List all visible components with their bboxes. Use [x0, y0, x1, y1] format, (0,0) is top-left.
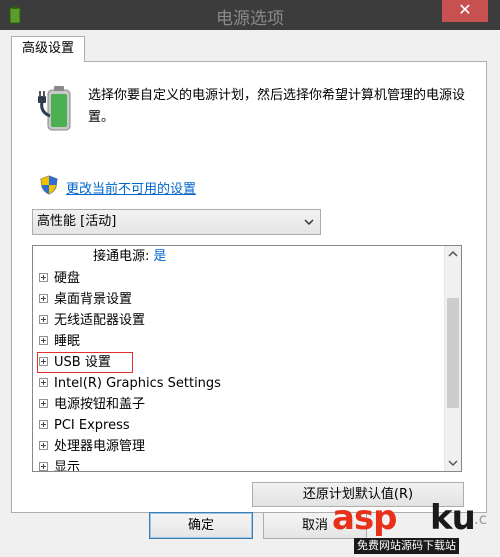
expand-plus-icon[interactable] — [39, 378, 48, 387]
description-text: 选择你要自定义的电源计划，然后选择你希望计算机管理的电源设置。 — [88, 88, 466, 125]
expand-plus-icon[interactable] — [39, 294, 48, 303]
tree-item[interactable]: 睡眠 — [39, 331, 80, 352]
power-settings-tree[interactable]: 接通电源: 是 硬盘 桌面背景设置 无线适配器设置 睡眠 USB 设置 Intel(R) G… — [32, 245, 462, 472]
tree-item-label: 硬盘 — [54, 271, 81, 286]
tree-item[interactable]: 电源按钮和盖子 — [39, 394, 145, 415]
tab-advanced-settings[interactable]: 高级设置 — [11, 36, 85, 62]
scroll-down-arrow-icon[interactable] — [445, 454, 461, 471]
tree-item-label: 无线适配器设置 — [54, 313, 146, 328]
ac-power-row: 接通电源: 是 — [93, 246, 166, 267]
watermark-tagline: 免费网站源码下载站 — [354, 538, 459, 554]
ac-power-value[interactable]: 是 — [153, 249, 166, 264]
change-unavailable-settings-link[interactable]: 更改当前不可用的设置 — [66, 178, 196, 197]
watermark-ku: ku — [430, 498, 476, 538]
tree-item[interactable]: 处理器电源管理 — [39, 436, 145, 457]
tree-item[interactable]: 显示 — [39, 457, 81, 472]
uac-shield-icon — [40, 175, 58, 195]
tree-item-label: 电源按钮和盖子 — [54, 397, 146, 412]
expand-plus-icon[interactable] — [39, 336, 48, 345]
tree-item-label: PCI Express — [54, 418, 130, 433]
tree-item[interactable]: Intel(R) Graphics Settings — [39, 373, 221, 394]
scroll-up-arrow-icon[interactable] — [445, 246, 461, 263]
tree-item-label: 显示 — [54, 460, 81, 472]
power-plan-select[interactable]: 高性能 [活动] — [32, 209, 321, 235]
title-bar: 电源选项 ✕ — [0, 0, 500, 30]
tree-item-label: 睡眠 — [54, 334, 81, 349]
tree-item-label: 桌面背景设置 — [54, 292, 133, 307]
tree-item-label: Intel(R) Graphics Settings — [54, 376, 221, 391]
watermark-asp: asp — [332, 498, 398, 538]
tree-item[interactable]: 无线适配器设置 — [39, 310, 145, 331]
window-title: 电源选项 — [216, 9, 284, 29]
usb-settings-highlight — [37, 352, 133, 373]
expand-plus-icon[interactable] — [39, 399, 48, 408]
tree-item[interactable]: 桌面背景设置 — [39, 289, 132, 310]
tree-item[interactable]: PCI Express — [39, 415, 130, 436]
expand-plus-icon[interactable] — [39, 315, 48, 324]
ok-button[interactable]: 确定 — [149, 512, 253, 539]
watermark-dot: .c — [474, 510, 488, 528]
tree-item[interactable]: 硬盘 — [39, 268, 80, 289]
ac-power-label: 接通电源: — [93, 249, 150, 264]
expand-plus-icon[interactable] — [39, 441, 48, 450]
expand-plus-icon[interactable] — [39, 420, 48, 429]
expand-plus-icon[interactable] — [39, 462, 48, 471]
tree-item-label: 处理器电源管理 — [54, 439, 146, 454]
chevron-down-icon — [304, 219, 314, 226]
scroll-thumb[interactable] — [447, 298, 459, 408]
dialog-window: 高级设置 选择你要自定义的电源计划，然后选择你希望计算机管理的电源设置。 更改当… — [0, 30, 500, 557]
tree-scrollbar[interactable] — [444, 246, 461, 471]
power-plan-select-value: 高性能 [活动] — [37, 214, 117, 229]
battery-plug-icon — [38, 86, 71, 131]
advanced-settings-panel: 选择你要自定义的电源计划，然后选择你希望计算机管理的电源设置。 更改当前不可用的… — [11, 61, 487, 513]
close-button[interactable]: ✕ — [442, 0, 488, 22]
expand-plus-icon[interactable] — [39, 273, 48, 282]
asp-ku-watermark: asp ku .c 免费网站源码下载站 — [332, 498, 500, 557]
